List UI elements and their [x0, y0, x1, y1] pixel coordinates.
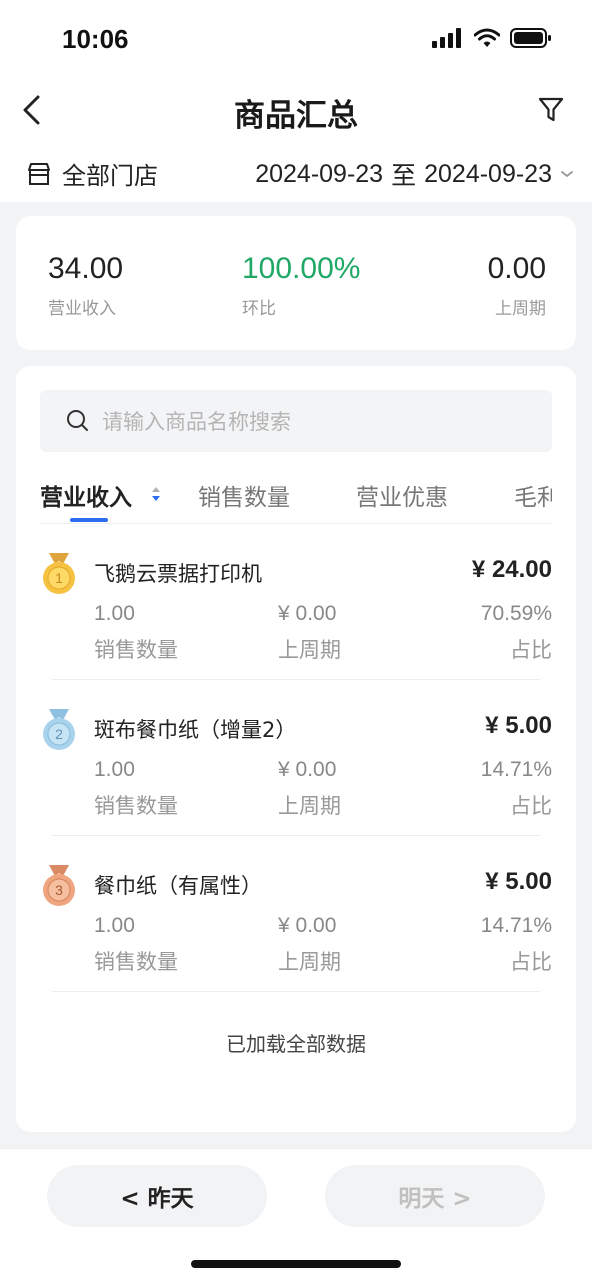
wifi-icon	[474, 28, 500, 47]
medal-gold-icon: 1	[43, 553, 75, 594]
list-item[interactable]: 2 斑布餐巾纸（增量2） ¥ 5.00 1.00 ¥ 0.00 14.71% 销…	[40, 680, 552, 836]
medal-bronze-icon: 3	[43, 865, 75, 906]
qty-label: 销售数量	[94, 638, 178, 662]
last-period-value: ¥ 0.00	[278, 758, 337, 781]
product-amount: ¥ 24.00	[471, 556, 552, 583]
tab-sales-qty[interactable]: 销售数量	[198, 478, 290, 512]
page-title: 商品汇总	[234, 98, 358, 134]
stat-ratio-value: 100.00%	[242, 252, 361, 285]
last-period-value: ¥ 0.00	[278, 914, 337, 937]
search-placeholder: 请输入商品名称搜索	[102, 410, 291, 434]
product-name: 餐巾纸（有属性）	[94, 874, 262, 898]
product-list-card: 请输入商品名称搜索 营业收入 销售数量 营业优惠 毛利 1 飞鹅云票据打印机 ¥…	[16, 366, 576, 1132]
item-values-row: 1.00 ¥ 0.00 14.71%	[94, 758, 552, 786]
medal-silver-icon: 2	[43, 709, 75, 750]
battery-icon	[510, 28, 551, 48]
share-label: 占比	[510, 950, 552, 974]
medal-rank: 3	[55, 882, 63, 898]
store-label: 全部门店	[62, 162, 158, 190]
search-input[interactable]: 请输入商品名称搜索	[40, 390, 552, 452]
stat-ratio-label: 环比	[242, 299, 276, 319]
medal-rank: 1	[55, 570, 63, 586]
tab-gross-profit[interactable]: 毛利	[514, 478, 552, 512]
next-day-button[interactable]: 明天 >	[325, 1165, 545, 1227]
last-period-label: 上周期	[278, 950, 341, 974]
last-period-label: 上周期	[278, 638, 341, 662]
medal-rank: 2	[55, 726, 63, 742]
item-values-row: 1.00 ¥ 0.00 70.59%	[94, 602, 552, 630]
bottom-bar: < 昨天 明天 >	[0, 1148, 592, 1280]
nav-bar: 商品汇总	[0, 78, 592, 142]
product-name: 飞鹅云票据打印机	[94, 562, 262, 586]
last-period-value: ¥ 0.00	[278, 602, 337, 625]
home-indicator	[191, 1260, 401, 1268]
metric-tabs: 营业收入 销售数量 营业优惠 毛利	[40, 472, 552, 524]
search-icon	[67, 410, 88, 431]
share-value: 70.59%	[480, 602, 552, 625]
share-label: 占比	[510, 794, 552, 818]
item-labels-row: 销售数量 上周期 占比	[94, 790, 552, 818]
qty-label: 销售数量	[94, 794, 178, 818]
list-footer-text: 已加载全部数据	[226, 1032, 366, 1056]
date-end: 2024-09-23	[424, 159, 552, 188]
date-separator: 至	[391, 162, 417, 190]
stat-last-week-value: 0.00	[487, 252, 546, 285]
store-icon	[28, 162, 50, 185]
tab-discount[interactable]: 营业优惠	[356, 478, 448, 512]
product-amount: ¥ 5.00	[485, 868, 552, 895]
active-tab-indicator	[70, 518, 108, 522]
date-start: 2024-09-23	[255, 159, 384, 188]
stat-last-week-label: 上周期	[495, 299, 546, 319]
list-item[interactable]: 3 餐巾纸（有属性） ¥ 5.00 1.00 ¥ 0.00 14.71% 销售数…	[40, 836, 552, 992]
product-name: 斑布餐巾纸（增量2）	[94, 718, 297, 742]
stat-last-week: 0.00 上周期	[488, 252, 546, 319]
tab-revenue[interactable]: 营业收入	[40, 478, 132, 512]
status-icons	[432, 28, 552, 48]
qty-value: 1.00	[94, 758, 135, 781]
store-selector[interactable]: 全部门店	[26, 156, 158, 191]
stat-revenue-label: 营业收入	[48, 299, 116, 319]
stat-revenue-value: 34.00	[48, 252, 124, 285]
qty-value: 1.00	[94, 914, 135, 937]
status-time: 10:06	[62, 24, 129, 54]
share-value: 14.71%	[480, 758, 552, 781]
item-labels-row: 销售数量 上周期 占比	[94, 946, 552, 974]
share-value: 14.71%	[480, 914, 552, 937]
stat-revenue: 34.00 营业收入	[48, 252, 123, 319]
previous-day-button[interactable]: < 昨天	[47, 1165, 267, 1227]
product-amount: ¥ 5.00	[485, 712, 552, 739]
qty-value: 1.00	[94, 602, 135, 625]
stat-ratio: 100.00% 环比	[242, 252, 360, 319]
item-labels-row: 销售数量 上周期 占比	[94, 634, 552, 662]
status-bar: 10:06	[0, 0, 592, 78]
date-range-selector[interactable]: 2024-09-23 至 2024-09-23	[255, 156, 574, 192]
item-values-row: 1.00 ¥ 0.00 14.71%	[94, 914, 552, 942]
list-item[interactable]: 1 飞鹅云票据打印机 ¥ 24.00 1.00 ¥ 0.00 70.59% 销售…	[40, 524, 552, 680]
chevron-down-icon	[561, 171, 573, 178]
filter-icon[interactable]	[538, 96, 564, 124]
divider	[52, 991, 540, 992]
signal-icon	[432, 28, 461, 48]
last-period-label: 上周期	[278, 794, 341, 818]
summary-card: 34.00 营业收入 100.00% 环比 0.00 上周期	[16, 216, 576, 350]
sort-icon[interactable]	[150, 482, 162, 506]
filter-bar: 全部门店 2024-09-23 至 2024-09-23	[0, 142, 592, 202]
share-label: 占比	[510, 638, 552, 662]
qty-label: 销售数量	[94, 950, 178, 974]
